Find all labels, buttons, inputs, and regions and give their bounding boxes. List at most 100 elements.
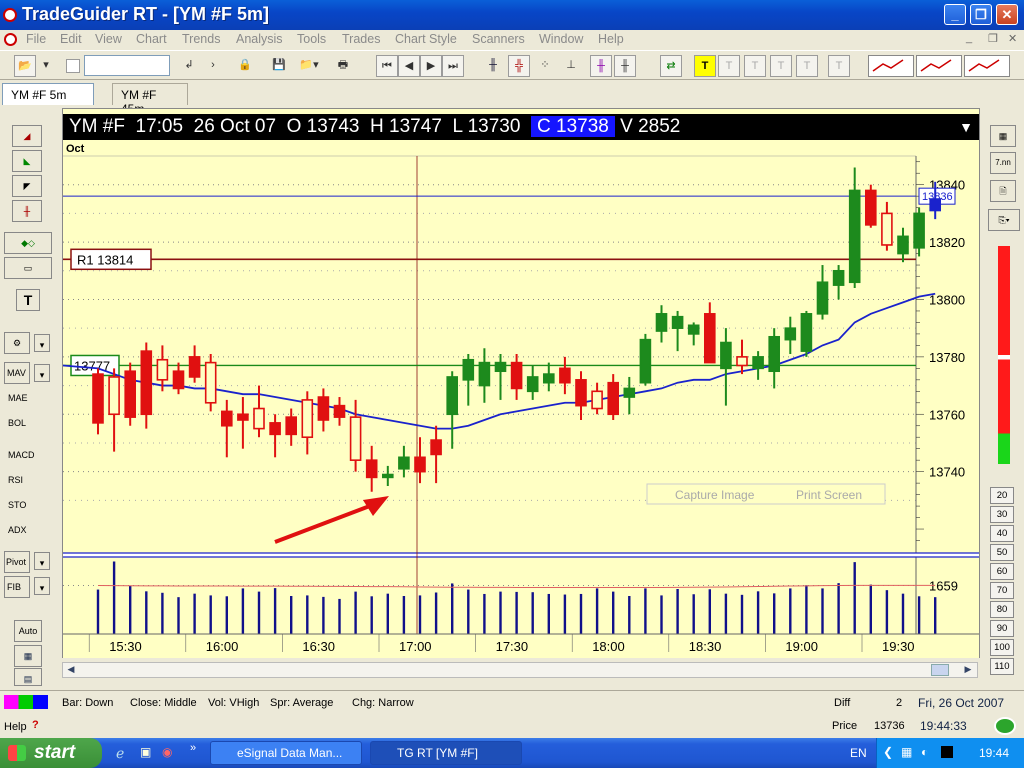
fib-button[interactable]: FIB <box>4 576 30 598</box>
task-tg-rt[interactable]: TG RT [YM #F] <box>370 741 522 765</box>
more-icon[interactable]: » <box>190 742 196 754</box>
mdi-minimize-icon[interactable]: _ <box>966 32 972 44</box>
period-button-70[interactable]: 70 <box>990 582 1014 599</box>
menu-chart-style[interactable]: Chart Style <box>395 32 457 46</box>
forward-icon[interactable]: › <box>202 55 224 77</box>
tray-app-icon[interactable] <box>941 746 953 758</box>
trend-line-2-icon[interactable] <box>916 55 962 77</box>
last-bar-icon[interactable]: ⏭ <box>442 55 464 77</box>
scroll-thumb[interactable] <box>931 664 949 676</box>
language-indicator[interactable]: EN <box>850 746 867 760</box>
arrows-icon[interactable]: ⇄ <box>660 55 682 77</box>
tray-speaker-icon[interactable]: ◐ <box>921 745 928 759</box>
draw-flat-icon[interactable]: ◤ <box>12 175 42 197</box>
quicklaunch-icon[interactable]: ▣ <box>140 745 151 759</box>
trend-line-1-icon[interactable] <box>868 55 914 77</box>
menu-edit[interactable]: Edit <box>60 32 82 46</box>
help-question-icon[interactable]: ? <box>32 719 39 731</box>
menu-trends[interactable]: Trends <box>182 32 220 46</box>
start-button[interactable]: start <box>0 738 102 768</box>
open-folder-icon[interactable]: 📂 <box>14 55 36 77</box>
period-button-40[interactable]: 40 <box>990 525 1014 542</box>
tab-ym-45m[interactable]: YM #F 45m <box>112 83 188 116</box>
scroll-right-icon[interactable]: ▶ <box>961 664 975 676</box>
point-figure-icon[interactable]: ⁘ <box>534 55 556 77</box>
text-tool-3-icon[interactable]: T <box>744 55 766 77</box>
save-icon[interactable]: 💾 <box>268 55 290 77</box>
connection-status-icon[interactable] <box>994 717 1016 735</box>
copy-dropdown-icon[interactable]: ⎘▾ <box>988 209 1020 231</box>
tray-network-icon[interactable]: ▦ <box>901 745 912 759</box>
print-screen-label[interactable]: Print Screen <box>796 488 862 502</box>
price-chart[interactable]: Oct137401376013780138001382013840R1 1381… <box>63 140 979 658</box>
capture-image-label[interactable]: Capture Image <box>675 488 755 502</box>
indicator-mae[interactable]: MAE <box>8 393 28 403</box>
draw-up-icon[interactable]: ◢ <box>12 125 42 147</box>
candle-chart-icon[interactable]: ╬ <box>508 55 530 77</box>
period-button-90[interactable]: 90 <box>990 620 1014 637</box>
dropdown-arrow-icon[interactable]: ▾ <box>40 55 52 77</box>
next-bar-icon[interactable]: ▶ <box>420 55 442 77</box>
period-button-100[interactable]: 100 <box>990 639 1014 656</box>
user-tool-dropdown[interactable]: ▾ <box>34 334 50 352</box>
horizontal-scrollbar[interactable]: ◀ ▶ <box>62 662 978 678</box>
table-icon[interactable]: ▤ <box>14 668 42 686</box>
line-chart-icon[interactable]: ⊥ <box>560 55 582 77</box>
help-label[interactable]: Help <box>4 721 27 733</box>
draw-down-icon[interactable]: ◣ <box>12 150 42 172</box>
mdi-restore-icon[interactable]: ❐ <box>988 32 998 45</box>
ie-icon[interactable]: ℯ <box>116 745 124 762</box>
scroll-left-icon[interactable]: ◀ <box>64 664 78 676</box>
menu-analysis[interactable]: Analysis <box>236 32 283 46</box>
return-icon[interactable]: ↲ <box>178 55 200 77</box>
grid-view-icon[interactable]: ▦ <box>990 125 1016 147</box>
period-button-80[interactable]: 80 <box>990 601 1014 618</box>
tab-ym-5m[interactable]: YM #F 5m <box>2 83 94 105</box>
open-file-icon[interactable]: 📁▾ <box>294 55 324 77</box>
pivot-dropdown[interactable]: ▾ <box>34 552 50 570</box>
mav-button[interactable]: MAV <box>4 362 30 384</box>
bars-tool-icon[interactable]: ╫ <box>12 200 42 222</box>
minimize-button[interactable]: _ <box>944 4 966 25</box>
text-tool-2-icon[interactable]: T <box>718 55 740 77</box>
text-tool-5-icon[interactable]: T <box>796 55 818 77</box>
menu-tools[interactable]: Tools <box>297 32 326 46</box>
indicator-bol[interactable]: BOL <box>8 418 26 428</box>
indicator-rsi[interactable]: RSI <box>8 475 23 485</box>
decimals-button[interactable]: 7.nn <box>990 152 1016 174</box>
task-esignal[interactable]: eSignal Data Man... <box>210 741 362 765</box>
period-button-30[interactable]: 30 <box>990 506 1014 523</box>
indicator-macd[interactable]: MACD <box>8 450 35 460</box>
menu-help[interactable]: Help <box>598 32 624 46</box>
app-quicklaunch-icon[interactable]: ◉ <box>162 745 172 759</box>
color-palette-icon[interactable] <box>4 695 48 709</box>
close-button[interactable]: ✕ <box>996 4 1018 25</box>
mdi-close-icon[interactable]: ✕ <box>1008 32 1017 45</box>
text-tool-6-icon[interactable]: T <box>828 55 850 77</box>
checkbox-icon[interactable] <box>66 59 80 73</box>
diamond-tool-icon[interactable]: ◆◇ <box>4 232 52 254</box>
period-button-60[interactable]: 60 <box>990 563 1014 580</box>
mav-dropdown[interactable]: ▾ <box>34 364 50 382</box>
text-tool-button[interactable]: T <box>16 289 40 311</box>
title-bar[interactable]: TradeGuider RT - [YM #F 5m] _ ❐ ✕ <box>0 0 1024 30</box>
split-bars-icon[interactable]: ╫ <box>614 55 636 77</box>
grid-icon[interactable]: ▦ <box>14 645 42 667</box>
menu-trades[interactable]: Trades <box>342 32 380 46</box>
bar-chart-icon[interactable]: ╫ <box>482 55 504 77</box>
trend-line-3-icon[interactable] <box>964 55 1010 77</box>
pivot-button[interactable]: Pivot <box>4 551 30 573</box>
box-tool-icon[interactable]: ▭ <box>4 257 52 279</box>
prev-bar-icon[interactable]: ◀ <box>398 55 420 77</box>
volume-bars-icon[interactable]: ╫ <box>590 55 612 77</box>
menu-chart[interactable]: Chart <box>136 32 167 46</box>
menu-window[interactable]: Window <box>539 32 583 46</box>
menu-scanners[interactable]: Scanners <box>472 32 525 46</box>
report-icon[interactable]: 🗎 <box>990 180 1016 202</box>
period-button-20[interactable]: 20 <box>990 487 1014 504</box>
menu-file[interactable]: File <box>26 32 46 46</box>
user-tool-icon[interactable]: ⚙ <box>4 332 30 354</box>
lock-icon[interactable]: 🔒 <box>234 55 256 77</box>
auto-button[interactable]: Auto <box>14 620 42 642</box>
text-tool-icon[interactable]: T <box>694 55 716 77</box>
